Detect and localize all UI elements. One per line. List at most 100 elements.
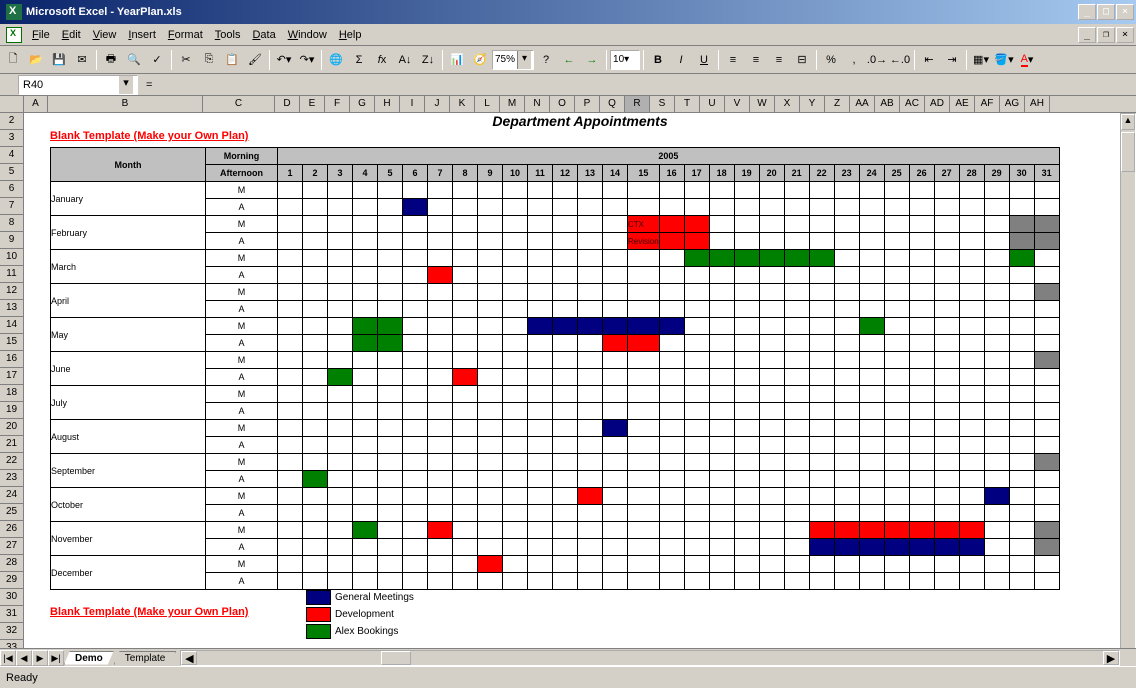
cell-september-M-4[interactable] xyxy=(353,454,378,471)
cell-december-A-29[interactable] xyxy=(984,573,1009,590)
select-all-corner[interactable] xyxy=(0,96,24,113)
cell-february-A-12[interactable] xyxy=(553,233,578,250)
increase-indent-button[interactable]: ⇥ xyxy=(941,49,963,71)
cell-january-A-10[interactable] xyxy=(503,199,528,216)
cell-july-A-1[interactable] xyxy=(278,403,303,420)
mdi-close-button[interactable]: × xyxy=(1116,27,1134,43)
cell-january-A-29[interactable] xyxy=(984,199,1009,216)
cell-september-A-9[interactable] xyxy=(478,471,503,488)
cell-february-A-26[interactable] xyxy=(909,233,934,250)
cell-december-A-27[interactable] xyxy=(934,573,959,590)
column-header-AE[interactable]: AE xyxy=(950,96,975,113)
cell-february-A-16[interactable] xyxy=(659,233,684,250)
cell-may-M-7[interactable] xyxy=(428,318,453,335)
row-header-26[interactable]: 26 xyxy=(0,521,24,538)
cell-march-M-16[interactable] xyxy=(659,250,684,267)
cell-july-M-12[interactable] xyxy=(553,386,578,403)
cell-september-A-13[interactable] xyxy=(578,471,603,488)
cell-july-A-26[interactable] xyxy=(909,403,934,420)
tab-last-button[interactable]: ▶| xyxy=(48,650,64,666)
cell-january-A-30[interactable] xyxy=(1009,199,1034,216)
cell-november-M-3[interactable] xyxy=(328,522,353,539)
cell-september-M-18[interactable] xyxy=(709,454,734,471)
cell-november-M-31[interactable] xyxy=(1034,522,1059,539)
italic-button[interactable]: I xyxy=(670,49,692,71)
cell-september-M-10[interactable] xyxy=(503,454,528,471)
cell-july-M-25[interactable] xyxy=(884,386,909,403)
cell-march-M-27[interactable] xyxy=(934,250,959,267)
cell-july-A-9[interactable] xyxy=(478,403,503,420)
cell-january-M-7[interactable] xyxy=(428,182,453,199)
cell-november-M-13[interactable] xyxy=(578,522,603,539)
cell-april-M-30[interactable] xyxy=(1009,284,1034,301)
cell-february-A-29[interactable] xyxy=(984,233,1009,250)
cell-november-A-28[interactable] xyxy=(959,539,984,556)
cell-august-A-5[interactable] xyxy=(378,437,403,454)
cell-october-A-25[interactable] xyxy=(884,505,909,522)
cell-february-A-27[interactable] xyxy=(934,233,959,250)
cell-october-M-7[interactable] xyxy=(428,488,453,505)
cell-april-A-28[interactable] xyxy=(959,301,984,318)
email-button[interactable]: ✉ xyxy=(71,49,93,71)
cell-april-M-2[interactable] xyxy=(303,284,328,301)
cell-september-A-31[interactable] xyxy=(1034,471,1059,488)
cell-june-M-15[interactable] xyxy=(628,352,660,369)
cell-may-A-14[interactable] xyxy=(603,335,628,352)
zoom-combo[interactable]: 75%▾ xyxy=(492,50,534,70)
cell-march-A-22[interactable] xyxy=(809,267,834,284)
cell-september-M-23[interactable] xyxy=(834,454,859,471)
cell-july-A-21[interactable] xyxy=(784,403,809,420)
autosum-button[interactable]: Σ xyxy=(348,49,370,71)
cell-july-M-9[interactable] xyxy=(478,386,503,403)
cell-october-A-16[interactable] xyxy=(659,505,684,522)
cell-december-A-30[interactable] xyxy=(1009,573,1034,590)
cell-november-M-15[interactable] xyxy=(628,522,660,539)
cell-january-A-17[interactable] xyxy=(684,199,709,216)
template-link-bottom[interactable]: Blank Template (Make your Own Plan) xyxy=(50,606,248,618)
cell-october-A-14[interactable] xyxy=(603,505,628,522)
column-header-Q[interactable]: Q xyxy=(600,96,625,113)
cell-march-M-29[interactable] xyxy=(984,250,1009,267)
row-header-9[interactable]: 9 xyxy=(0,232,24,249)
cell-december-A-13[interactable] xyxy=(578,573,603,590)
cell-may-A-19[interactable] xyxy=(734,335,759,352)
cell-october-M-5[interactable] xyxy=(378,488,403,505)
map-button[interactable]: 🧭 xyxy=(469,49,491,71)
cell-november-A-24[interactable] xyxy=(859,539,884,556)
cell-may-A-5[interactable] xyxy=(378,335,403,352)
cell-november-M-16[interactable] xyxy=(659,522,684,539)
cell-march-M-13[interactable] xyxy=(578,250,603,267)
column-header-AF[interactable]: AF xyxy=(975,96,1000,113)
cell-august-M-21[interactable] xyxy=(784,420,809,437)
cell-december-A-26[interactable] xyxy=(909,573,934,590)
cell-december-M-10[interactable] xyxy=(503,556,528,573)
cell-november-A-14[interactable] xyxy=(603,539,628,556)
cell-october-A-24[interactable] xyxy=(859,505,884,522)
cell-may-A-13[interactable] xyxy=(578,335,603,352)
help-button[interactable]: ? xyxy=(535,49,557,71)
cell-february-A-21[interactable] xyxy=(784,233,809,250)
cell-may-M-5[interactable] xyxy=(378,318,403,335)
cell-april-M-11[interactable] xyxy=(528,284,553,301)
cell-april-A-27[interactable] xyxy=(934,301,959,318)
cell-march-M-8[interactable] xyxy=(453,250,478,267)
cell-april-M-5[interactable] xyxy=(378,284,403,301)
cell-september-A-17[interactable] xyxy=(684,471,709,488)
cell-october-A-3[interactable] xyxy=(328,505,353,522)
cell-march-A-12[interactable] xyxy=(553,267,578,284)
cell-august-A-31[interactable] xyxy=(1034,437,1059,454)
cell-december-M-18[interactable] xyxy=(709,556,734,573)
print-preview-button[interactable]: 🔍 xyxy=(123,49,145,71)
cell-february-M-7[interactable] xyxy=(428,216,453,233)
cell-january-A-28[interactable] xyxy=(959,199,984,216)
decrease-indent-button[interactable]: ⇤ xyxy=(918,49,940,71)
open-button[interactable]: 📂 xyxy=(25,49,47,71)
cell-december-A-15[interactable] xyxy=(628,573,660,590)
cell-march-A-4[interactable] xyxy=(353,267,378,284)
row-header-4[interactable]: 4 xyxy=(0,147,24,164)
cell-june-M-29[interactable] xyxy=(984,352,1009,369)
cell-june-A-9[interactable] xyxy=(478,369,503,386)
cell-december-A-20[interactable] xyxy=(759,573,784,590)
cell-may-M-24[interactable] xyxy=(859,318,884,335)
cell-january-A-7[interactable] xyxy=(428,199,453,216)
